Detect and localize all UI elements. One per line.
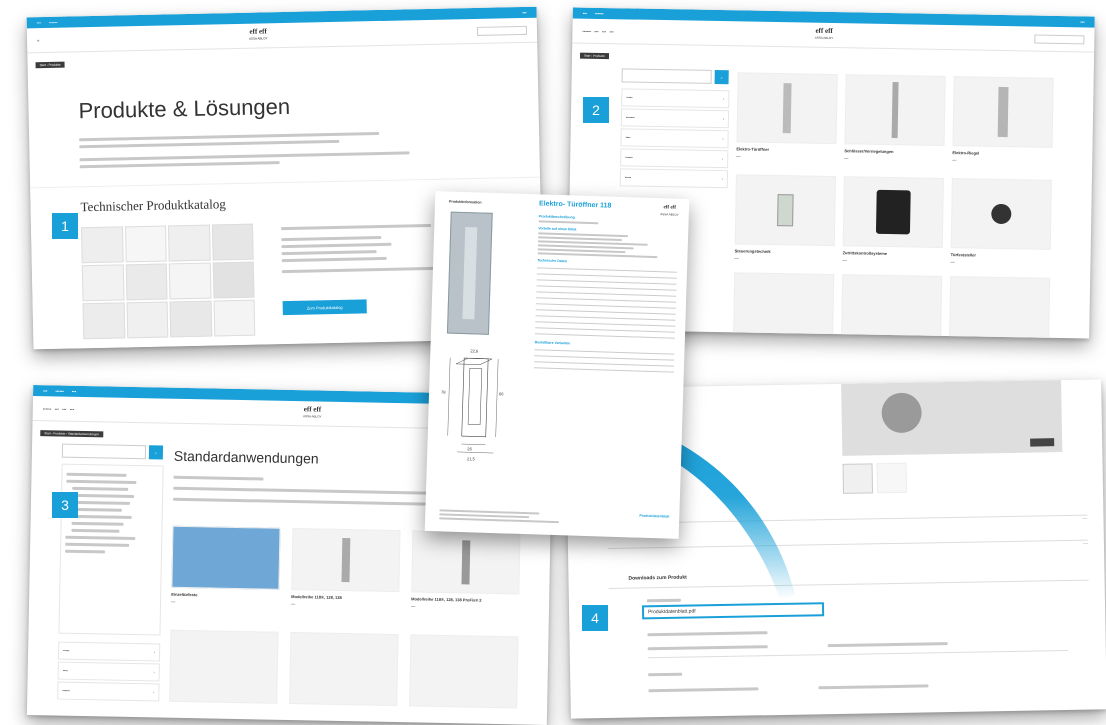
doc-technical-drawing: 22,6 78 66 26 21,5: [441, 348, 504, 461]
nav-item[interactable]: ▪▪▪▪▪▪▪ ›: [620, 108, 730, 129]
logo-2: eff eff ASSA ABLOY: [814, 26, 834, 41]
nav-item[interactable]: ▪▪▪▪▪▪ ›: [620, 148, 729, 169]
badge-4: 4: [582, 605, 608, 631]
doc-footer-label: Produktdatenblatt: [639, 513, 670, 519]
category-tile-row: [733, 272, 1051, 339]
logo: eff eff ASSA ABLOY: [248, 27, 268, 41]
doc-title: Elektro- Türöffner 118: [538, 200, 612, 210]
application-tile-row: [169, 629, 519, 709]
doc-side-label: Produktinformation: [449, 199, 482, 205]
doc-dim-label: 22,6: [470, 348, 479, 353]
category-tile[interactable]: Schlösser/Verriegelungen ▪▪▪▪: [844, 74, 946, 162]
breadcrumb[interactable]: Start › Produkte: [35, 61, 65, 69]
catalog-button[interactable]: Zum Produktkatalog: [282, 299, 367, 316]
doc-spec-table: [534, 262, 678, 339]
doc-dim-label: 78: [441, 389, 446, 394]
category-tile[interactable]: Elektro-Türöffner ▪▪▪▪: [736, 72, 838, 160]
badge-3: 3: [52, 492, 78, 518]
breadcrumb-2[interactable]: Start › Produkte: [579, 52, 610, 60]
application-tile[interactable]: Modellreihe 118®, 128, 138 ▪▪▪▪: [291, 528, 401, 608]
category-tile[interactable]: Steuerungstechnik ▪▪▪▪: [734, 174, 836, 262]
search-button-3[interactable]: ⌕: [148, 445, 164, 460]
filter-search-input-3[interactable]: [61, 443, 147, 460]
nav-item[interactable]: ▪▪▪▪ ›: [620, 128, 729, 149]
nav-item[interactable]: ▪▪▪▪▪ ›: [619, 168, 729, 189]
nav-item[interactable]: ▪▪▪▪▪ ›: [57, 641, 161, 662]
nav-item[interactable]: ▪▪▪▪▪ ›: [621, 88, 730, 109]
search-input[interactable]: [476, 25, 528, 36]
doc-product-photo: [446, 211, 493, 335]
logo-3: eff eff ASSA ABLOY: [303, 405, 322, 419]
downloads-section-title[interactable]: Downloads zum Produkt: [628, 575, 686, 582]
doc-dim-label: 26: [467, 446, 472, 451]
doc-variant-table: [533, 344, 675, 373]
badge-2: 2: [583, 97, 609, 123]
badge-1: 1: [52, 213, 78, 239]
thumbnail[interactable]: [876, 462, 908, 494]
datasheet-download-link[interactable]: Produktdatenblatt.pdf: [641, 602, 825, 620]
datasheet-filename: Produktdatenblatt.pdf: [648, 608, 696, 616]
datasheet-document: Produktinformation Elektro- Türöffner 11…: [424, 191, 690, 539]
application-tile[interactable]: Einzeltürfeste ▪▪▪▪: [171, 525, 281, 606]
catalog-grid[interactable]: [80, 223, 256, 340]
filter-search-input[interactable]: [621, 68, 712, 84]
doc-dim-label: 66: [499, 391, 504, 396]
nav-item[interactable]: ▪▪▪▪▪▪ ›: [57, 681, 160, 702]
product-image: [841, 380, 1063, 456]
doc-logo: eff eff ASSA ABLOY: [660, 205, 679, 217]
page-title: Produkte & Lösungen: [78, 93, 291, 124]
category-tile[interactable]: Türfeststeller ▪▪▪▪: [950, 178, 1052, 266]
category-tile[interactable]: Zutrittskontrollsysteme ▪▪▪▪: [842, 176, 944, 264]
menu-icon[interactable]: ≡: [37, 38, 39, 43]
section-title: Standardanwendungen: [173, 447, 319, 467]
search-button[interactable]: ⌕: [714, 69, 729, 85]
filter-sidebar-3: ⌕ ▪▪▪▪▪ › ▪▪▪▪ › ▪▪▪▪▪▪ ›: [57, 443, 164, 704]
search-input-2[interactable]: [1034, 34, 1085, 44]
category-tile[interactable]: Elektro-Riegel ▪▪▪▪: [952, 76, 1054, 164]
filter-sidebar: ⌕ ▪▪▪▪▪ › ▪▪▪▪▪▪▪ › ▪▪▪▪ › ▪▪▪▪▪▪ › ▪▪▪▪…: [619, 68, 730, 190]
application-tile[interactable]: Modellreihe 118®, 128, 138 ProFix® 2 ▪▪▪▪: [411, 530, 521, 610]
doc-dim-label: 21,5: [467, 456, 476, 461]
thumbnail[interactable]: [842, 463, 874, 494]
nav-item[interactable]: ▪▪▪▪ ›: [57, 661, 160, 682]
breadcrumb-3[interactable]: Start › Produkte › Standardanwendungen: [40, 430, 104, 438]
